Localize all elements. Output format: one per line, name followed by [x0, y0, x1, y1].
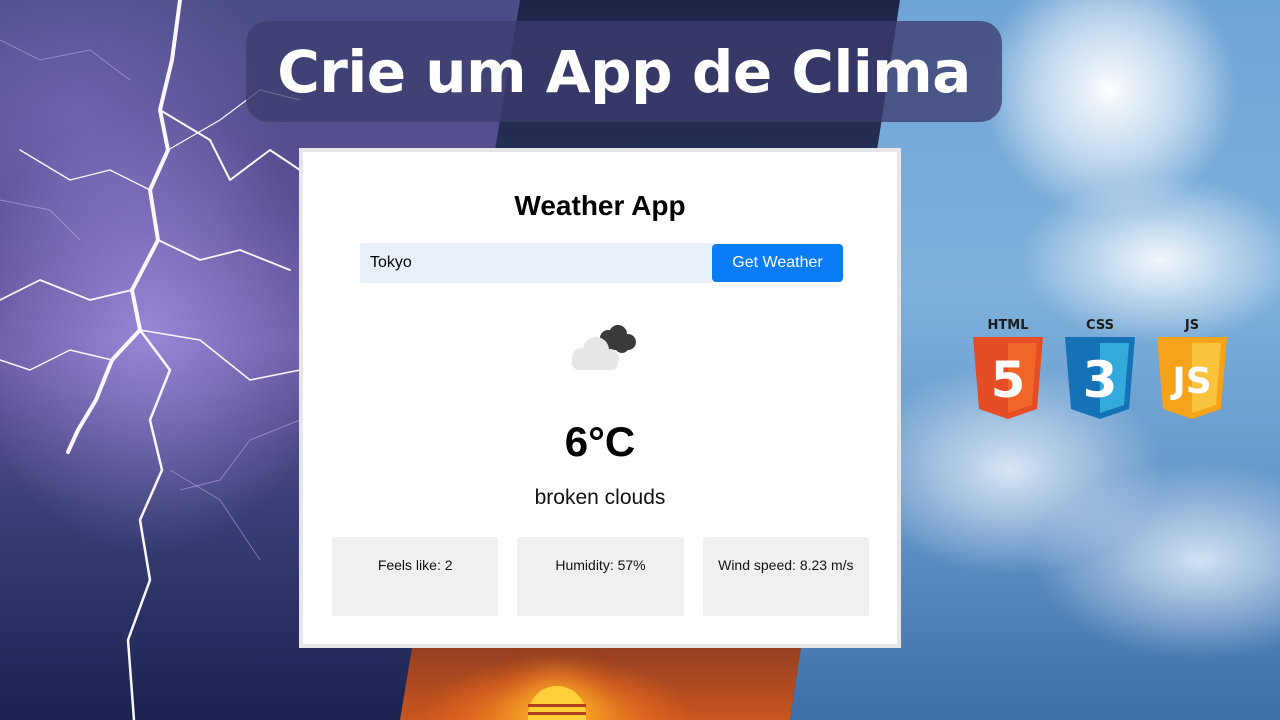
- wind-speed-text: Wind speed: 8.23 m/s: [718, 557, 854, 573]
- humidity-box: Humidity: 57%: [517, 537, 684, 616]
- html-logo: HTML 5: [970, 318, 1046, 419]
- temperature: 6°C: [564, 418, 636, 465]
- js-logo: JS JS: [1154, 318, 1230, 419]
- city-input[interactable]: [360, 243, 712, 283]
- feels-like-text: Feels like: 2: [377, 557, 453, 573]
- app-title: Weather App: [514, 190, 686, 221]
- js-glyph: JS: [1169, 361, 1211, 402]
- banner-title: Crie um App de Clima: [277, 37, 971, 106]
- css-label: CSS: [1086, 318, 1114, 333]
- js-label: JS: [1184, 318, 1200, 333]
- humidity-text: Humidity: 57%: [555, 557, 646, 573]
- html5-glyph: 5: [991, 351, 1026, 409]
- html-label: HTML: [987, 318, 1029, 333]
- details-row: Feels like: 2 Humidity: 57% Wind speed: …: [332, 537, 869, 616]
- js-icon: JS: [1157, 337, 1227, 419]
- css3-glyph: 3: [1083, 351, 1118, 409]
- sun-stripe: [528, 704, 586, 707]
- weather-description: broken clouds: [534, 486, 666, 509]
- search-row: Get Weather: [360, 243, 845, 283]
- html5-icon: 5: [973, 337, 1043, 419]
- sun-stripe: [528, 712, 586, 715]
- css-logo: CSS 3: [1062, 318, 1138, 419]
- weather-app-card: Weather App Get Weather 6°C broken cloud…: [299, 148, 901, 648]
- wind-speed-box: Wind speed: 8.23 m/s: [702, 537, 869, 616]
- title-banner: Crie um App de Clima: [246, 21, 1002, 122]
- broken-clouds-icon: [572, 325, 636, 370]
- get-weather-button[interactable]: Get Weather: [712, 244, 843, 282]
- feels-like-box: Feels like: 2: [332, 537, 499, 616]
- css3-icon: 3: [1065, 337, 1135, 419]
